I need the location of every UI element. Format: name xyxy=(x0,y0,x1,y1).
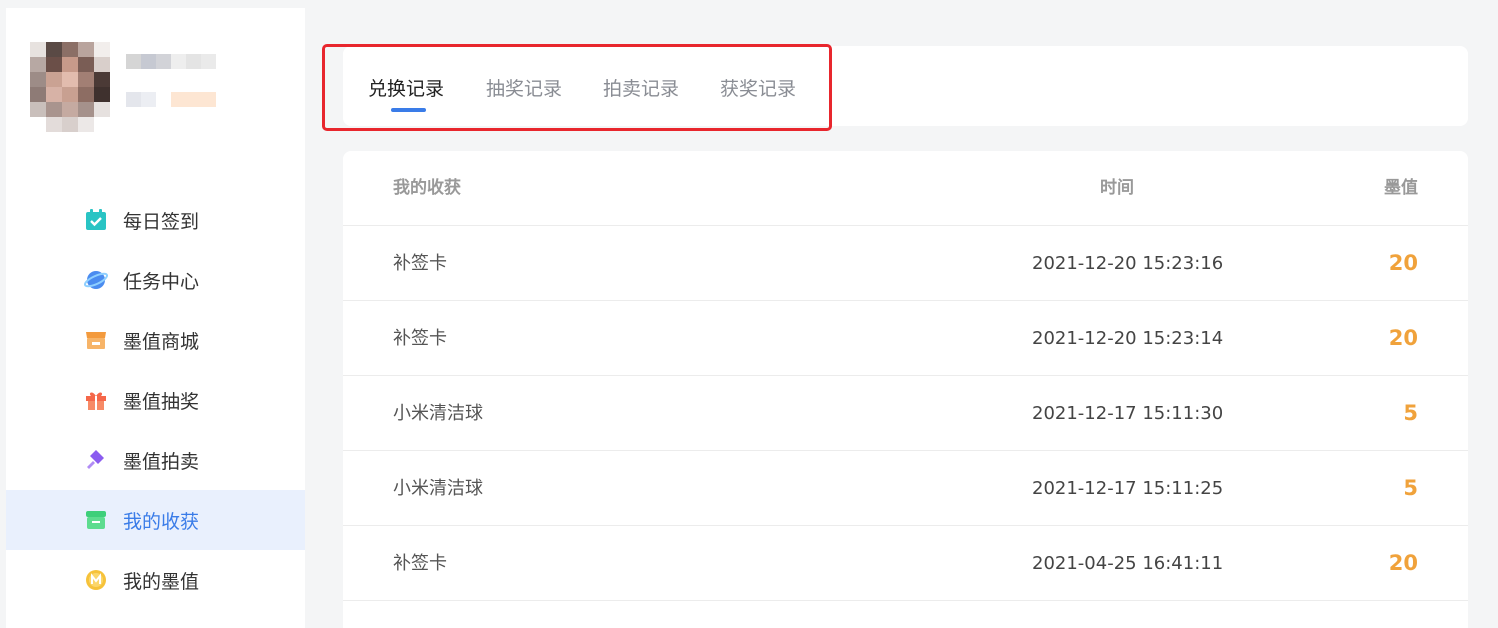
table-row: 补签卡 2021-12-20 15:23:16 20 xyxy=(343,226,1468,301)
gift-icon xyxy=(84,388,108,412)
planet-icon xyxy=(84,268,108,292)
user-level-blurred xyxy=(126,92,216,107)
gavel-icon xyxy=(84,448,108,472)
tab-lottery-records[interactable]: 抽奖记录 xyxy=(486,74,562,101)
calendar-check-icon xyxy=(84,208,108,232)
sidebar-item-mall[interactable]: 墨值商城 xyxy=(6,310,305,370)
row-time: 2021-04-25 16:41:11 xyxy=(1032,553,1224,574)
sidebar-nav: 每日签到 任务中心 墨值商城 墨值抽奖 墨值拍卖 我的收获 我的墨值 xyxy=(6,190,305,610)
username-blurred xyxy=(126,54,216,69)
sidebar-item-label: 我的收获 xyxy=(123,510,200,533)
row-name: 小米清洁球 xyxy=(393,478,483,499)
sidebar-item-label: 墨值商城 xyxy=(123,330,200,353)
user-profile[interactable] xyxy=(30,42,220,142)
sidebar-item-task-center[interactable]: 任务中心 xyxy=(6,250,305,310)
row-value: 20 xyxy=(1388,551,1418,575)
header-name: 我的收获 xyxy=(393,178,461,198)
header-time: 时间 xyxy=(1100,178,1134,198)
tab-prize-records[interactable]: 获奖记录 xyxy=(720,74,796,101)
sidebar-item-label: 每日签到 xyxy=(123,210,200,233)
table-row: 补签卡 2021-12-20 15:23:14 20 xyxy=(343,301,1468,376)
row-name: 补签卡 xyxy=(393,553,447,574)
sidebar: 每日签到 任务中心 墨值商城 墨值抽奖 墨值拍卖 我的收获 我的墨值 xyxy=(6,8,305,628)
row-time: 2021-12-17 15:11:25 xyxy=(1032,478,1224,499)
tab-exchange-records[interactable]: 兑换记录 xyxy=(368,74,444,101)
header-value: 墨值 xyxy=(1384,178,1418,198)
sidebar-item-label: 我的墨值 xyxy=(123,570,200,593)
sidebar-item-lottery[interactable]: 墨值抽奖 xyxy=(6,370,305,430)
sidebar-item-label: 墨值拍卖 xyxy=(123,450,200,473)
row-time: 2021-12-20 15:23:14 xyxy=(1032,328,1224,349)
table-row: 小米清洁球 2021-12-17 15:11:30 5 xyxy=(343,376,1468,451)
row-value: 5 xyxy=(1403,476,1418,500)
table-row: 补签卡 2021-04-25 16:41:11 20 xyxy=(343,526,1468,601)
sidebar-item-label: 墨值抽奖 xyxy=(123,390,200,413)
row-value: 20 xyxy=(1388,251,1418,275)
table-header: 我的收获 时间 墨值 xyxy=(343,151,1468,226)
row-value: 20 xyxy=(1388,326,1418,350)
shop-icon xyxy=(84,328,108,352)
table-row: 小米清洁球 2021-12-17 15:11:25 5 xyxy=(343,451,1468,526)
active-tab-indicator xyxy=(391,108,426,112)
sidebar-item-daily-checkin[interactable]: 每日签到 xyxy=(6,190,305,250)
row-name: 补签卡 xyxy=(393,253,447,274)
sidebar-item-label: 任务中心 xyxy=(123,270,200,293)
archive-box-icon xyxy=(84,508,108,532)
sidebar-item-auction[interactable]: 墨值拍卖 xyxy=(6,430,305,490)
row-name: 小米清洁球 xyxy=(393,403,483,424)
sidebar-item-my-points[interactable]: 我的墨值 xyxy=(6,550,305,610)
row-time: 2021-12-20 15:23:16 xyxy=(1032,253,1224,274)
tab-auction-records[interactable]: 拍卖记录 xyxy=(603,74,679,101)
harvest-table: 我的收获 时间 墨值 补签卡 2021-12-20 15:23:16 20 补签… xyxy=(343,151,1468,628)
coin-icon xyxy=(84,568,108,592)
row-name: 补签卡 xyxy=(393,328,447,349)
sidebar-item-my-harvest[interactable]: 我的收获 xyxy=(6,490,305,550)
row-value: 5 xyxy=(1403,401,1418,425)
avatar[interactable] xyxy=(30,42,110,132)
row-time: 2021-12-17 15:11:30 xyxy=(1032,403,1224,424)
